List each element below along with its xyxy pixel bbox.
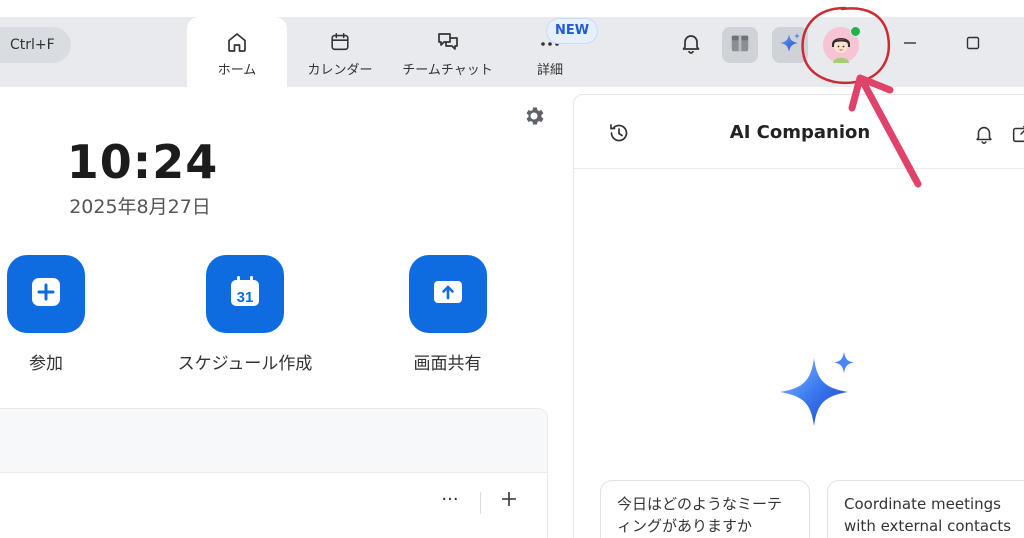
tab-home-label: ホーム bbox=[217, 63, 257, 78]
suggestion-card[interactable]: 今日はどのようなミーティングがありますか bbox=[600, 480, 810, 538]
sparkle-icon bbox=[778, 31, 802, 59]
tab-more-label: 詳細 bbox=[536, 63, 563, 78]
add-icon bbox=[500, 490, 518, 512]
suggestion-text: Coordinate meetings with external contac… bbox=[844, 495, 1012, 535]
share-screen-action[interactable]: 画面共有 bbox=[400, 255, 495, 374]
bell-icon bbox=[973, 126, 995, 149]
search-shortcut-button[interactable]: Ctrl+F bbox=[0, 27, 71, 63]
schedule-button[interactable]: 31 bbox=[206, 255, 284, 333]
suggestion-text: 今日はどのようなミーティングがありますか bbox=[617, 495, 783, 535]
add-meeting-button[interactable] bbox=[497, 489, 521, 513]
current-time: 10:24 bbox=[66, 135, 219, 189]
join-meeting-action[interactable]: 参加 bbox=[6, 255, 86, 374]
search-shortcut-label: Ctrl+F bbox=[10, 37, 55, 53]
share-screen-label: 画面共有 bbox=[413, 354, 482, 374]
notifications-button[interactable] bbox=[673, 27, 709, 63]
popout-icon bbox=[1010, 125, 1024, 149]
maximize-icon bbox=[965, 35, 981, 55]
ai-companion-button[interactable] bbox=[772, 27, 808, 63]
suggestion-card[interactable]: Coordinate meetings with external contac… bbox=[827, 480, 1024, 538]
current-date: 2025年8月27日 bbox=[69, 196, 211, 218]
online-status-dot bbox=[850, 26, 861, 37]
schedule-meeting-action[interactable]: 31 スケジュール作成 bbox=[175, 255, 315, 374]
join-button[interactable] bbox=[7, 255, 85, 333]
chat-icon bbox=[435, 29, 461, 55]
minimize-icon bbox=[902, 35, 918, 55]
gear-icon bbox=[522, 107, 546, 132]
ai-panel-header-divider bbox=[573, 168, 1024, 169]
join-label: 参加 bbox=[29, 354, 63, 374]
settings-button[interactable] bbox=[522, 104, 546, 128]
app-box-icon bbox=[729, 32, 751, 58]
ai-companion-title: AI Companion bbox=[729, 122, 871, 143]
ai-companion-panel bbox=[573, 94, 1024, 538]
apps-button[interactable] bbox=[722, 27, 758, 63]
share-screen-button[interactable] bbox=[408, 255, 487, 333]
minimize-window-button[interactable] bbox=[892, 27, 928, 63]
tab-team-chat[interactable]: チームチャット bbox=[395, 17, 500, 87]
meetings-card-header bbox=[0, 409, 547, 473]
card-toolbar-divider bbox=[480, 492, 481, 514]
schedule-label: スケジュール作成 bbox=[177, 354, 313, 374]
maximize-window-button[interactable] bbox=[955, 27, 991, 63]
calendar-icon bbox=[327, 29, 353, 55]
upcoming-meetings-card bbox=[0, 408, 548, 538]
share-screen-icon bbox=[431, 275, 465, 313]
tab-team-chat-label: チームチャット bbox=[402, 63, 493, 78]
new-badge: NEW bbox=[546, 18, 598, 44]
profile-avatar-button[interactable] bbox=[823, 26, 861, 63]
tab-calendar-label: カレンダー bbox=[307, 63, 373, 78]
popout-button[interactable] bbox=[1010, 123, 1024, 147]
calendar-31-icon: 31 bbox=[227, 274, 263, 314]
calendar-day-number: 31 bbox=[237, 289, 254, 306]
ai-notifications-button[interactable] bbox=[973, 123, 997, 147]
home-icon bbox=[224, 29, 250, 55]
history-button[interactable] bbox=[607, 121, 631, 145]
bell-icon bbox=[679, 31, 703, 59]
tab-home[interactable]: ホーム bbox=[187, 17, 287, 87]
plus-icon bbox=[29, 275, 63, 313]
tab-calendar[interactable]: カレンダー bbox=[295, 17, 385, 87]
ai-sparkle-icon bbox=[778, 350, 860, 432]
history-icon bbox=[607, 124, 631, 149]
more-options-button[interactable]: ··· bbox=[438, 490, 462, 514]
